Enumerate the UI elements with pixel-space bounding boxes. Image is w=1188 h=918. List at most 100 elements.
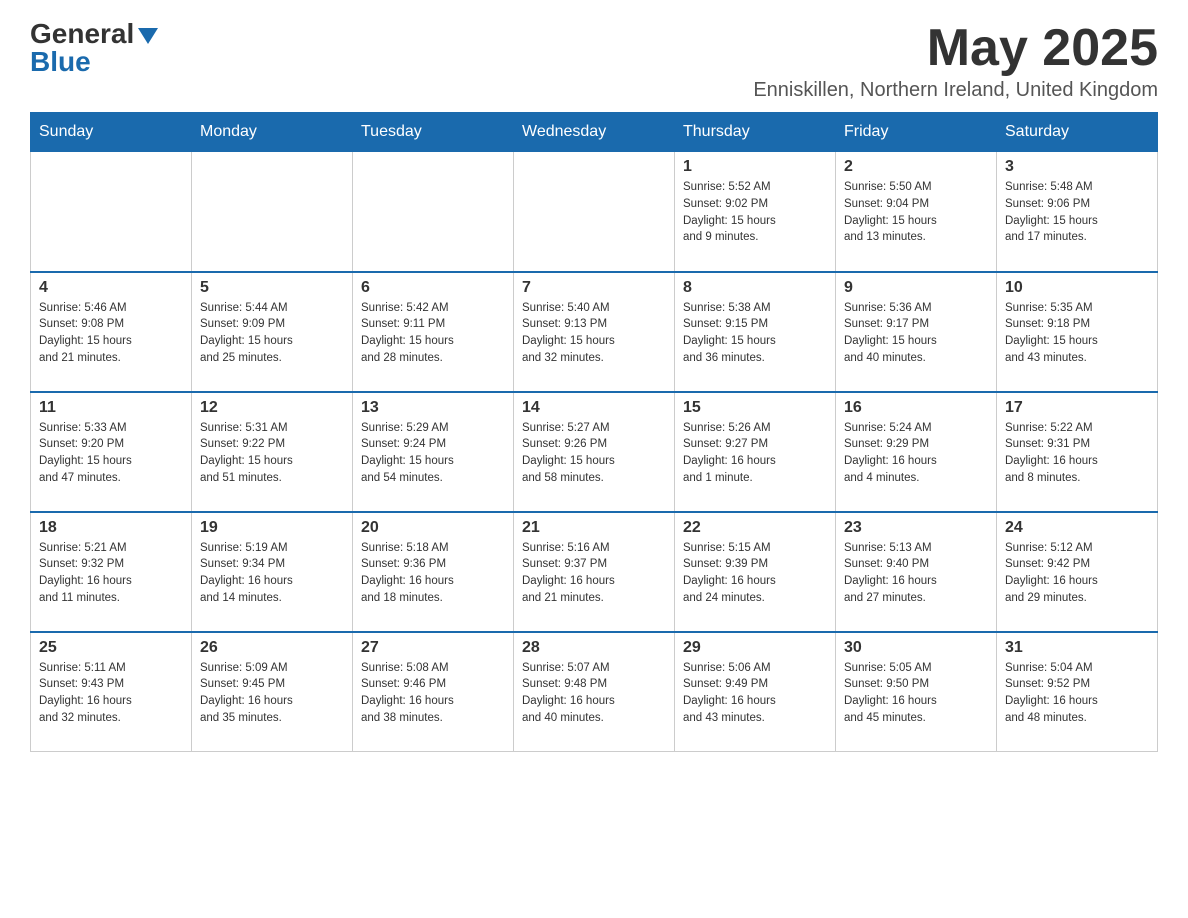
day-number: 6 xyxy=(361,279,505,297)
calendar-cell: 2 Sunrise: 5:50 AM Sunset: 9:04 PM Daylig… xyxy=(836,152,997,272)
weekday-header-row: SundayMondayTuesdayWednesdayThursdayFrid… xyxy=(31,113,1158,152)
calendar-cell: 8 Sunrise: 5:38 AM Sunset: 9:15 PM Daylig… xyxy=(675,272,836,392)
day-info: Sunrise: 5:31 AM Sunset: 9:22 PM Dayligh… xyxy=(200,420,344,487)
weekday-header-saturday: Saturday xyxy=(997,113,1158,152)
day-number: 22 xyxy=(683,519,827,537)
day-number: 20 xyxy=(361,519,505,537)
calendar-cell: 11 Sunrise: 5:33 AM Sunset: 9:20 PM Dayli… xyxy=(31,392,192,512)
calendar-cell: 29 Sunrise: 5:06 AM Sunset: 9:49 PM Dayli… xyxy=(675,632,836,752)
day-info: Sunrise: 5:52 AM Sunset: 9:02 PM Dayligh… xyxy=(683,179,827,246)
calendar-cell: 22 Sunrise: 5:15 AM Sunset: 9:39 PM Dayli… xyxy=(675,512,836,632)
day-info: Sunrise: 5:15 AM Sunset: 9:39 PM Dayligh… xyxy=(683,540,827,607)
day-number: 16 xyxy=(844,399,988,417)
title-block: May 2025 Enniskillen, Northern Ireland, … xyxy=(753,20,1158,102)
day-number: 2 xyxy=(844,158,988,176)
day-number: 5 xyxy=(200,279,344,297)
day-info: Sunrise: 5:08 AM Sunset: 9:46 PM Dayligh… xyxy=(361,660,505,727)
day-info: Sunrise: 5:22 AM Sunset: 9:31 PM Dayligh… xyxy=(1005,420,1149,487)
weekday-header-monday: Monday xyxy=(192,113,353,152)
calendar-cell: 24 Sunrise: 5:12 AM Sunset: 9:42 PM Dayli… xyxy=(997,512,1158,632)
day-info: Sunrise: 5:05 AM Sunset: 9:50 PM Dayligh… xyxy=(844,660,988,727)
day-info: Sunrise: 5:11 AM Sunset: 9:43 PM Dayligh… xyxy=(39,660,183,727)
day-number: 30 xyxy=(844,639,988,657)
calendar-cell: 4 Sunrise: 5:46 AM Sunset: 9:08 PM Daylig… xyxy=(31,272,192,392)
day-info: Sunrise: 5:36 AM Sunset: 9:17 PM Dayligh… xyxy=(844,300,988,367)
day-number: 10 xyxy=(1005,279,1149,297)
day-number: 18 xyxy=(39,519,183,537)
calendar-cell: 19 Sunrise: 5:19 AM Sunset: 9:34 PM Dayli… xyxy=(192,512,353,632)
calendar-week-row: 1 Sunrise: 5:52 AM Sunset: 9:02 PM Daylig… xyxy=(31,152,1158,272)
day-info: Sunrise: 5:50 AM Sunset: 9:04 PM Dayligh… xyxy=(844,179,988,246)
calendar-cell: 14 Sunrise: 5:27 AM Sunset: 9:26 PM Dayli… xyxy=(514,392,675,512)
weekday-header-sunday: Sunday xyxy=(31,113,192,152)
day-info: Sunrise: 5:07 AM Sunset: 9:48 PM Dayligh… xyxy=(522,660,666,727)
calendar-cell: 15 Sunrise: 5:26 AM Sunset: 9:27 PM Dayli… xyxy=(675,392,836,512)
calendar-cell: 7Sunrise: 5:40 AM Sunset: 9:13 PM Daylig… xyxy=(514,272,675,392)
calendar-cell: 26Sunrise: 5:09 AM Sunset: 9:45 PM Dayli… xyxy=(192,632,353,752)
day-info: Sunrise: 5:09 AM Sunset: 9:45 PM Dayligh… xyxy=(200,660,344,727)
calendar-cell: 10 Sunrise: 5:35 AM Sunset: 9:18 PM Dayli… xyxy=(997,272,1158,392)
calendar-cell: 9 Sunrise: 5:36 AM Sunset: 9:17 PM Daylig… xyxy=(836,272,997,392)
day-info: Sunrise: 5:16 AM Sunset: 9:37 PM Dayligh… xyxy=(522,540,666,607)
day-info: Sunrise: 5:24 AM Sunset: 9:29 PM Dayligh… xyxy=(844,420,988,487)
day-number: 23 xyxy=(844,519,988,537)
day-number: 3 xyxy=(1005,158,1149,176)
day-number: 4 xyxy=(39,279,183,297)
calendar-cell: 1 Sunrise: 5:52 AM Sunset: 9:02 PM Daylig… xyxy=(675,152,836,272)
calendar-cell: 12 Sunrise: 5:31 AM Sunset: 9:22 PM Dayli… xyxy=(192,392,353,512)
calendar-cell: 6 Sunrise: 5:42 AM Sunset: 9:11 PM Daylig… xyxy=(353,272,514,392)
logo-triangle-icon xyxy=(138,28,158,44)
day-info: Sunrise: 5:46 AM Sunset: 9:08 PM Dayligh… xyxy=(39,300,183,367)
day-info: Sunrise: 5:27 AM Sunset: 9:26 PM Dayligh… xyxy=(522,420,666,487)
calendar-cell: 25 Sunrise: 5:11 AM Sunset: 9:43 PM Dayli… xyxy=(31,632,192,752)
day-number: 13 xyxy=(361,399,505,417)
day-number: 12 xyxy=(200,399,344,417)
calendar-table: SundayMondayTuesdayWednesdayThursdayFrid… xyxy=(30,112,1158,752)
calendar-cell: 31 Sunrise: 5:04 AM Sunset: 9:52 PM Dayli… xyxy=(997,632,1158,752)
day-info: Sunrise: 5:33 AM Sunset: 9:20 PM Dayligh… xyxy=(39,420,183,487)
day-info: Sunrise: 5:35 AM Sunset: 9:18 PM Dayligh… xyxy=(1005,300,1149,367)
day-number: 25 xyxy=(39,639,183,657)
calendar-cell: 13 Sunrise: 5:29 AM Sunset: 9:24 PM Dayli… xyxy=(353,392,514,512)
day-info: Sunrise: 5:26 AM Sunset: 9:27 PM Dayligh… xyxy=(683,420,827,487)
day-info: Sunrise: 5:44 AM Sunset: 9:09 PM Dayligh… xyxy=(200,300,344,367)
day-info: Sunrise: 5:06 AM Sunset: 9:49 PM Dayligh… xyxy=(683,660,827,727)
day-number: 31 xyxy=(1005,639,1149,657)
logo-blue-text: Blue xyxy=(30,48,91,76)
calendar-cell xyxy=(514,152,675,272)
weekday-header-thursday: Thursday xyxy=(675,113,836,152)
day-number: 11 xyxy=(39,399,183,417)
day-info: Sunrise: 5:42 AM Sunset: 9:11 PM Dayligh… xyxy=(361,300,505,367)
logo-general-text: General xyxy=(30,20,134,48)
calendar-cell: 18 Sunrise: 5:21 AM Sunset: 9:32 PM Dayli… xyxy=(31,512,192,632)
day-number: 8 xyxy=(683,279,827,297)
day-number: 27 xyxy=(361,639,505,657)
day-info: Sunrise: 5:48 AM Sunset: 9:06 PM Dayligh… xyxy=(1005,179,1149,246)
day-number: 14 xyxy=(522,399,666,417)
day-number: 15 xyxy=(683,399,827,417)
day-number: 9 xyxy=(844,279,988,297)
day-info: Sunrise: 5:19 AM Sunset: 9:34 PM Dayligh… xyxy=(200,540,344,607)
page-header: General Blue May 2025 Enniskillen, North… xyxy=(30,20,1158,102)
day-info: Sunrise: 5:38 AM Sunset: 9:15 PM Dayligh… xyxy=(683,300,827,367)
day-info: Sunrise: 5:04 AM Sunset: 9:52 PM Dayligh… xyxy=(1005,660,1149,727)
calendar-cell: 3 Sunrise: 5:48 AM Sunset: 9:06 PM Daylig… xyxy=(997,152,1158,272)
day-number: 29 xyxy=(683,639,827,657)
day-number: 1 xyxy=(683,158,827,176)
calendar-cell: 30 Sunrise: 5:05 AM Sunset: 9:50 PM Dayli… xyxy=(836,632,997,752)
logo: General Blue xyxy=(30,20,158,76)
day-number: 24 xyxy=(1005,519,1149,537)
location-text: Enniskillen, Northern Ireland, United Ki… xyxy=(753,79,1158,102)
calendar-cell xyxy=(31,152,192,272)
calendar-cell: 16 Sunrise: 5:24 AM Sunset: 9:29 PM Dayli… xyxy=(836,392,997,512)
day-info: Sunrise: 5:13 AM Sunset: 9:40 PM Dayligh… xyxy=(844,540,988,607)
calendar-cell: 21Sunrise: 5:16 AM Sunset: 9:37 PM Dayli… xyxy=(514,512,675,632)
day-info: Sunrise: 5:21 AM Sunset: 9:32 PM Dayligh… xyxy=(39,540,183,607)
day-info: Sunrise: 5:29 AM Sunset: 9:24 PM Dayligh… xyxy=(361,420,505,487)
day-info: Sunrise: 5:18 AM Sunset: 9:36 PM Dayligh… xyxy=(361,540,505,607)
calendar-cell: 20 Sunrise: 5:18 AM Sunset: 9:36 PM Dayli… xyxy=(353,512,514,632)
day-number: 19 xyxy=(200,519,344,537)
day-info: Sunrise: 5:12 AM Sunset: 9:42 PM Dayligh… xyxy=(1005,540,1149,607)
day-number: 28 xyxy=(522,639,666,657)
day-number: 7 xyxy=(522,279,666,297)
